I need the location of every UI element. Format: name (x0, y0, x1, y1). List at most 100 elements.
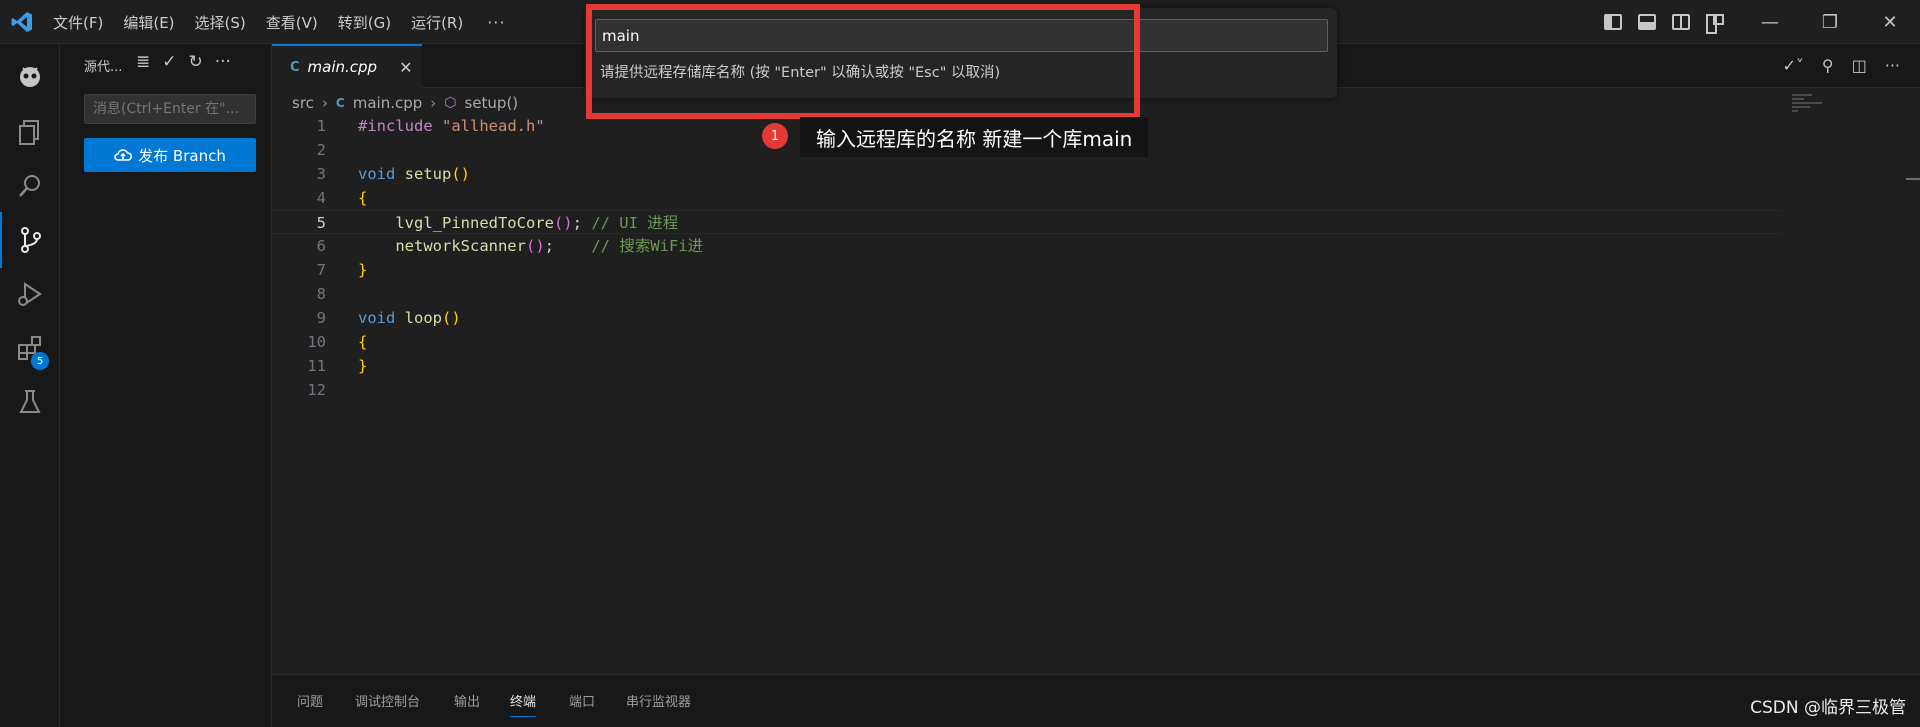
minimap[interactable] (1792, 94, 1852, 154)
chevron-right-icon: › (430, 94, 437, 112)
line-number: 4 (316, 189, 326, 207)
extensions-icon[interactable]: 5 (0, 320, 60, 376)
cloud-upload-icon (114, 149, 133, 161)
line-number: 6 (316, 237, 326, 255)
breadcrumb-file[interactable]: main.cpp (353, 94, 423, 112)
line-number: 9 (316, 309, 326, 327)
code-comment: // 搜索WiFi进 (591, 237, 704, 255)
breadcrumb-symbol[interactable]: setup() (465, 94, 519, 112)
sidebar-title: 源代... (84, 60, 123, 75)
tab-ports[interactable]: 端口 (569, 691, 595, 710)
tab-problems[interactable]: 问题 (297, 691, 323, 710)
code-line: 10{ (272, 330, 1782, 354)
commit-message-input[interactable] (84, 94, 256, 124)
code-comment: // UI 进程 (591, 214, 679, 232)
line-number: 11 (307, 357, 326, 375)
menu-view[interactable]: 查看(V) (266, 12, 318, 33)
line-number: 3 (316, 165, 326, 183)
cpp-file-icon: C (335, 96, 345, 110)
line-number: 10 (307, 333, 326, 351)
publish-branch-button[interactable]: 发布 Branch (84, 138, 256, 172)
toggle-panel-icon[interactable] (1638, 14, 1656, 30)
code-token: void (358, 165, 396, 183)
editor-actions: ✓˅ ⚲ ◫ ··· (1782, 56, 1900, 75)
extensions-badge: 5 (31, 352, 49, 370)
code-token: networkScanner (395, 237, 526, 255)
explorer-icon[interactable] (0, 104, 60, 160)
run-debug-icon[interactable] (0, 266, 60, 322)
code-line: 9 void loop() (272, 306, 1782, 330)
code-line: 7} (272, 258, 1782, 282)
tab-close-icon[interactable]: ✕ (399, 58, 412, 77)
code-token: "allhead.h" (442, 117, 545, 135)
check-dropdown-icon[interactable]: ✓˅ (1782, 56, 1803, 75)
annotation-number-badge: 1 (762, 123, 788, 149)
line-number: 5 (316, 214, 326, 232)
bottom-panel: 问题 调试控制台 输出 终端 端口 串行监视器 CSDN @临界三极管 (272, 674, 1920, 727)
view-as-tree-icon[interactable]: ≣ (136, 52, 150, 72)
split-editor-icon[interactable]: ◫ (1852, 56, 1867, 75)
code-token: lvgl_PinnedToCore (395, 214, 554, 232)
code-line: 11} (272, 354, 1782, 378)
breadcrumb: src › C main.cpp › ⬡ setup() (292, 94, 518, 112)
activity-bar: 5 (0, 44, 60, 727)
search-icon[interactable] (0, 158, 60, 214)
method-icon: ⬡ (444, 95, 457, 111)
window-controls: — ❐ ✕ (1604, 0, 1920, 44)
editor-more-icon[interactable]: ··· (1885, 56, 1900, 75)
tab-title: main.cpp (307, 58, 378, 76)
code-token: loop (404, 309, 442, 327)
close-window-button[interactable]: ✕ (1860, 0, 1920, 44)
cpp-file-icon: C (290, 59, 300, 75)
annotation-callout: 输入远程库的名称 新建一个库main (800, 117, 1149, 157)
line-number: 1 (316, 117, 326, 135)
line-number: 7 (316, 261, 326, 279)
code-line: 8 (272, 282, 1782, 306)
customize-layout-icon[interactable] (1706, 14, 1724, 34)
code-line: 3 void setup() (272, 162, 1782, 186)
code-line-current: 5 lvgl_PinnedToCore(); // UI 进程 (272, 210, 1782, 234)
code-line: 4{ (272, 186, 1782, 210)
platformio-icon[interactable] (0, 48, 60, 104)
more-actions-icon[interactable]: ··· (215, 52, 231, 72)
refresh-icon[interactable]: ↻ (189, 52, 203, 72)
tab-terminal[interactable]: 终端 (510, 691, 537, 717)
toggle-secondary-sidebar-icon[interactable] (1672, 14, 1690, 30)
code-token: void (358, 309, 396, 327)
menu-selection[interactable]: 选择(S) (195, 12, 246, 33)
menu-edit[interactable]: 编辑(E) (123, 12, 174, 33)
line-number: 8 (316, 285, 326, 303)
source-control-sidebar: 源代... ≣ ✓ ↻ ··· 发布 Branch (60, 44, 272, 727)
line-number: 12 (307, 381, 326, 399)
menu-go[interactable]: 转到(G) (338, 12, 391, 33)
minimize-button[interactable]: — (1740, 0, 1800, 44)
menu-more-icon[interactable]: ··· (487, 13, 505, 32)
code-token: #include (358, 117, 433, 135)
tab-output[interactable]: 输出 (454, 691, 480, 710)
plug-icon[interactable]: ⚲ (1822, 56, 1834, 75)
chevron-right-icon: › (321, 94, 328, 112)
code-token: setup (404, 165, 452, 183)
menu-run[interactable]: 运行(R) (411, 12, 463, 33)
csdn-watermark: CSDN @临界三极管 (1750, 698, 1906, 718)
scrollbar-marker (1906, 178, 1920, 180)
restore-button[interactable]: ❐ (1800, 0, 1860, 44)
tab-debug-console[interactable]: 调试控制台 (355, 691, 420, 710)
toggle-primary-sidebar-icon[interactable] (1604, 14, 1622, 30)
highlight-box (586, 4, 1140, 119)
code-editor[interactable]: 1 #include "allhead.h" 2 3 void setup() 4{… (272, 114, 1782, 402)
sidebar-toolbar: ≣ ✓ ↻ ··· (136, 52, 231, 72)
line-number: 2 (316, 141, 326, 159)
breadcrumb-folder[interactable]: src (292, 94, 314, 112)
vscode-logo-icon (11, 12, 32, 32)
publish-branch-label: 发布 Branch (138, 146, 226, 165)
source-control-icon[interactable] (0, 212, 60, 268)
menu-file[interactable]: 文件(F) (53, 12, 103, 33)
code-line: 6 networkScanner(); // 搜索WiFi进 (272, 234, 1782, 258)
code-line: 12 (272, 378, 1782, 402)
tab-serial-monitor[interactable]: 串行监视器 (626, 691, 691, 710)
menu-bar: 文件(F) 编辑(E) 选择(S) 查看(V) 转到(G) 运行(R) ··· (53, 0, 505, 44)
testing-icon[interactable] (0, 374, 60, 430)
tab-main-cpp[interactable]: C main.cpp ✕ (272, 44, 422, 88)
commit-check-icon[interactable]: ✓ (162, 52, 176, 72)
